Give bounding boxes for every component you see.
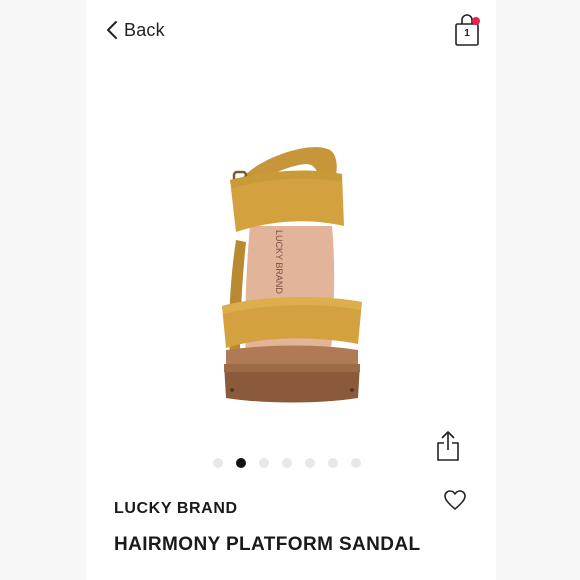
favorite-button[interactable]	[443, 489, 467, 511]
product-image[interactable]: LUCKY BRAND	[180, 130, 400, 420]
share-button[interactable]	[436, 430, 460, 462]
carousel-dot[interactable]	[259, 458, 269, 468]
share-icon	[437, 431, 459, 461]
carousel-dot-active[interactable]	[236, 458, 246, 468]
carousel-dot[interactable]	[351, 458, 361, 468]
carousel-dot[interactable]	[328, 458, 338, 468]
product-brand[interactable]: LUCKY BRAND	[114, 500, 238, 518]
carousel-dot[interactable]	[305, 458, 315, 468]
chevron-left-icon	[107, 21, 117, 39]
cart-badge	[472, 17, 480, 25]
carousel-dot[interactable]	[213, 458, 223, 468]
svg-text:LUCKY BRAND: LUCKY BRAND	[274, 230, 284, 294]
product-title: HAIRMONY PLATFORM SANDAL	[114, 534, 421, 555]
heart-icon	[444, 490, 466, 510]
back-label: Back	[124, 19, 165, 40]
back-button[interactable]: Back	[106, 17, 165, 43]
carousel-indicator	[213, 458, 361, 468]
carousel-dot[interactable]	[282, 458, 292, 468]
cart-button[interactable]: 1	[452, 13, 482, 47]
insole-logo: LUCKY BRAND	[274, 230, 284, 294]
cart-count: 1	[464, 28, 470, 39]
